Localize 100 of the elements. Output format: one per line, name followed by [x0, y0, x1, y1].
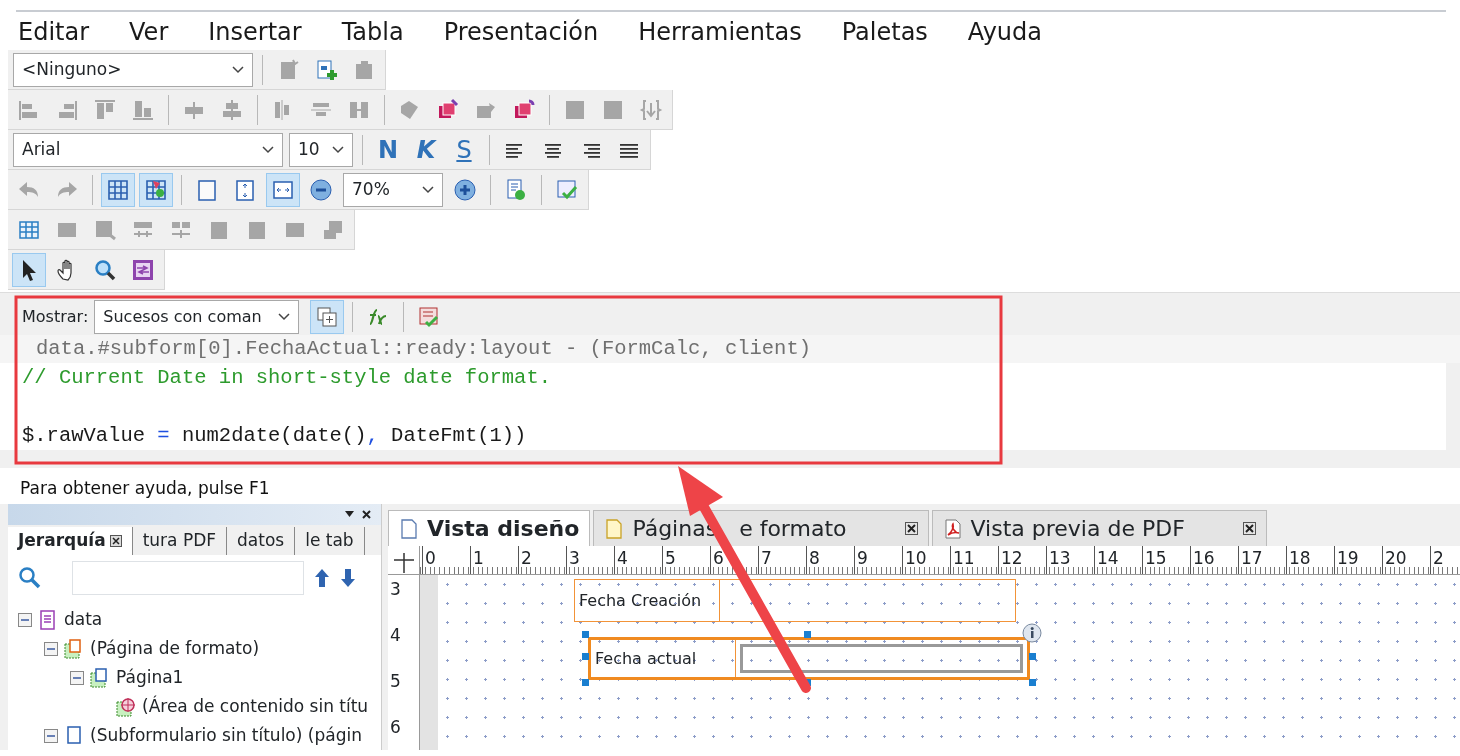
- menu-item[interactable]: Herramientas: [638, 20, 802, 44]
- page-icon: [399, 518, 419, 539]
- resize-handle[interactable]: [582, 679, 589, 686]
- format-button[interactable]: K: [409, 132, 443, 167]
- center-icon: [220, 97, 244, 122]
- script-tool-button[interactable]: [310, 300, 345, 334]
- toolbar-button[interactable]: [12, 252, 46, 287]
- menu-item[interactable]: Ver: [129, 20, 169, 44]
- ruler-label: 2: [1430, 546, 1460, 574]
- ruler-label: 0: [422, 546, 470, 574]
- ruler-label: 20: [1382, 546, 1430, 574]
- ruler-label: 4: [614, 546, 662, 574]
- dropdown[interactable]: <Ninguno>: [13, 52, 253, 87]
- menu-item[interactable]: Paletas: [841, 20, 928, 44]
- ruler-label: 15: [1142, 546, 1190, 574]
- arrow-up-icon[interactable]: [314, 568, 330, 588]
- menu-item[interactable]: Tabla: [341, 20, 404, 44]
- ruler-label: 4: [390, 625, 401, 645]
- expander-icon[interactable]: [18, 612, 32, 627]
- panel-tab[interactable]: le tab: [295, 527, 365, 555]
- date-field[interactable]: Fecha Creación: [574, 579, 1016, 622]
- expander-icon[interactable]: [44, 641, 58, 656]
- fit-height-icon: [233, 177, 257, 202]
- ruler-label: 14: [1094, 546, 1142, 574]
- resize-handle[interactable]: [1029, 653, 1036, 660]
- page-icon: [64, 725, 84, 746]
- resize-handle[interactable]: [804, 631, 811, 638]
- tree-item[interactable]: data: [64, 606, 103, 633]
- document-icon: [38, 609, 58, 630]
- show-label: Mostrar:: [22, 306, 89, 328]
- menu-item[interactable]: Ayuda: [967, 20, 1042, 44]
- chevron-down-icon: [422, 185, 434, 194]
- ruler-label: 10: [902, 546, 950, 574]
- ruler-label: 3: [390, 579, 401, 599]
- ruler-label: 9: [854, 546, 902, 574]
- format-button[interactable]: S: [447, 132, 481, 167]
- ruler-label: 18: [1286, 546, 1334, 574]
- resize-handle[interactable]: [582, 631, 589, 638]
- expander-icon[interactable]: [70, 670, 84, 685]
- close-button[interactable]: [904, 522, 918, 535]
- page-stack-icon: [64, 638, 84, 659]
- page-icon: [942, 518, 963, 539]
- date-field[interactable]: Fecha actual: [588, 637, 1030, 680]
- field-caption: Fecha actual: [591, 640, 736, 677]
- spellcheck-icon: [555, 177, 579, 202]
- view-tab[interactable]: Vista previa de PDF: [931, 510, 1267, 546]
- ruler-label: 17: [1238, 546, 1286, 574]
- page-icon: [90, 667, 110, 688]
- tree-item[interactable]: Página1: [116, 664, 184, 691]
- code-editor[interactable]: // Current Date in short-style date format. $.rawValue = num2date(date(), DateFmt(1)): [0, 363, 1446, 450]
- menu-item[interactable]: Insertar: [208, 20, 302, 44]
- tree-item[interactable]: (Página de formato): [90, 635, 260, 662]
- square-icon: [195, 177, 219, 202]
- event-dropdown[interactable]: Sucesos con coman: [94, 300, 300, 334]
- menu-item[interactable]: Presentación: [443, 20, 599, 44]
- chevron-down-icon: [332, 145, 344, 154]
- close-icon[interactable]: [109, 535, 122, 547]
- page-plus-icon: [314, 57, 338, 82]
- zoom-out-icon: [309, 177, 333, 202]
- tree-item[interactable]: (Área de contenido sin títu: [142, 693, 369, 720]
- panel-tab[interactable]: datos: [227, 527, 296, 555]
- zoom-in-icon: [453, 177, 477, 202]
- dropdown[interactable]: 70%: [343, 172, 443, 207]
- ruler-label: 7: [758, 546, 806, 574]
- dropdown[interactable]: Arial: [13, 132, 283, 167]
- dropdown[interactable]: 10: [289, 132, 353, 167]
- expander-icon[interactable]: [44, 728, 58, 743]
- ruler-label: 5: [662, 546, 710, 574]
- crosshair-icon: [116, 696, 136, 717]
- dropdown-icon[interactable]: [345, 511, 354, 518]
- help-icon: [504, 177, 528, 202]
- arrow-down-icon[interactable]: [340, 568, 356, 588]
- ruler-label: 8: [806, 546, 854, 574]
- resize-handle[interactable]: [1029, 679, 1036, 686]
- ruler-label: 2: [518, 546, 566, 574]
- grid-icon: [106, 177, 130, 202]
- close-icon[interactable]: [362, 509, 371, 519]
- status-text: Para obtener ayuda, pulse F1: [20, 478, 270, 498]
- panel-tab[interactable]: Jerarquía: [8, 527, 133, 555]
- align-top-icon: [93, 97, 117, 122]
- code-comment: // Current Date in short-style date format.: [21, 365, 552, 391]
- panel-tab[interactable]: tura PDF: [132, 527, 228, 555]
- format-button[interactable]: N: [371, 132, 405, 167]
- ruler-label: 3: [566, 546, 614, 574]
- view-tab[interactable]: Vista diseño: [388, 510, 591, 546]
- ruler-label: 6: [390, 717, 401, 737]
- resize-handle[interactable]: [582, 653, 589, 660]
- frame-icon: [131, 257, 155, 282]
- tree-item[interactable]: (Subformulario sin título) (págin: [90, 722, 362, 749]
- ruler-label: 6: [710, 546, 758, 574]
- ruler-label: 12: [998, 546, 1046, 574]
- ruler-label: 19: [1334, 546, 1382, 574]
- search-icon[interactable]: [18, 566, 42, 590]
- field-caption: Fecha Creación: [575, 580, 720, 621]
- ruler-label: 16: [1190, 546, 1238, 574]
- braces-icon: [639, 97, 663, 122]
- menu-item[interactable]: Editar: [18, 20, 90, 44]
- search-field[interactable]: [72, 561, 304, 595]
- ruler-label: 13: [1046, 546, 1094, 574]
- close-button[interactable]: [1242, 522, 1256, 535]
